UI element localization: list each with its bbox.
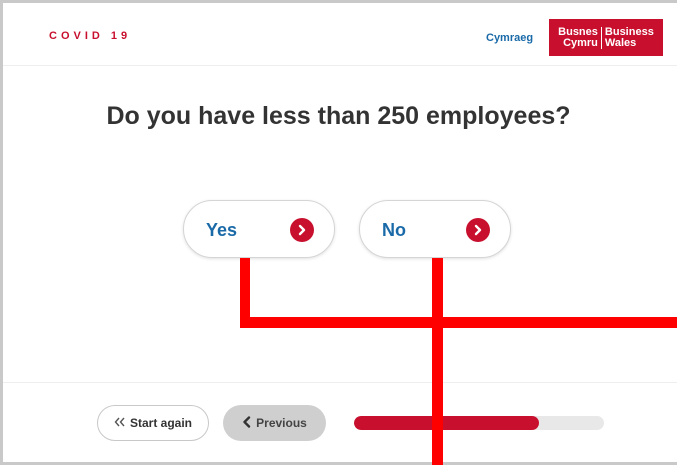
header: COVID 19 Cymraeg Busnes Cymru Business W… xyxy=(3,3,677,66)
logo-line: Business xyxy=(604,25,654,38)
logo-line: Wales xyxy=(604,36,637,49)
chevron-right-icon xyxy=(466,218,490,242)
answer-label: Yes xyxy=(206,220,238,240)
progress-bar xyxy=(354,416,604,430)
footer-divider xyxy=(3,382,677,383)
question-title: Do you have less than 250 employees? xyxy=(106,102,571,130)
language-link[interactable]: Cymraeg xyxy=(486,32,533,44)
brand-title: COVID 19 xyxy=(49,30,132,42)
progress-fill xyxy=(354,416,539,430)
start-again-button[interactable]: Start again xyxy=(97,405,209,441)
logo-line: Busnes xyxy=(558,25,598,38)
annotation-line xyxy=(432,258,443,465)
answer-no-button[interactable]: No xyxy=(359,200,511,258)
double-chevron-left-icon xyxy=(114,416,126,430)
start-again-label: Start again xyxy=(129,416,192,430)
previous-button[interactable]: Previous xyxy=(223,405,326,441)
logo-left-text: Busnes Cymru xyxy=(558,25,601,49)
chevron-right-icon xyxy=(290,218,314,242)
answer-yes-button[interactable]: Yes xyxy=(183,200,335,258)
previous-label: Previous xyxy=(256,416,307,430)
answer-label: No xyxy=(382,220,406,240)
business-wales-logo[interactable]: Busnes Cymru Business Wales xyxy=(549,19,663,56)
chevron-left-icon xyxy=(242,415,251,431)
annotation-line xyxy=(240,317,677,328)
logo-right-text: Business Wales xyxy=(600,25,654,49)
page-frame xyxy=(0,0,677,465)
logo-line: Cymru xyxy=(563,36,598,49)
